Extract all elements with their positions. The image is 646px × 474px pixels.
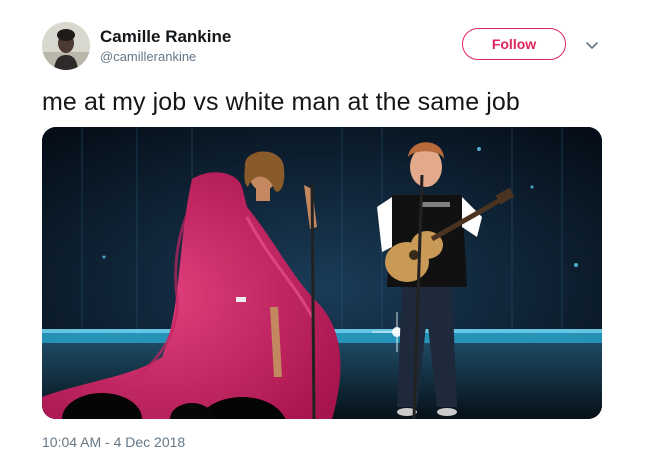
tweet-text: me at my job vs white man at the same jo… [42, 88, 520, 116]
user-handle[interactable]: @camillerankine [100, 49, 196, 65]
tweet-photo[interactable] [42, 127, 602, 419]
tweet-card: Camille Rankine @camillerankine Follow m… [0, 0, 646, 474]
display-name[interactable]: Camille Rankine [100, 27, 231, 47]
tweet-timestamp[interactable]: 10:04 AM - 4 Dec 2018 [42, 433, 185, 451]
concert-photo [42, 127, 602, 419]
avatar[interactable] [42, 22, 90, 70]
chevron-down-icon[interactable] [584, 37, 600, 53]
follow-button[interactable]: Follow [462, 28, 566, 60]
